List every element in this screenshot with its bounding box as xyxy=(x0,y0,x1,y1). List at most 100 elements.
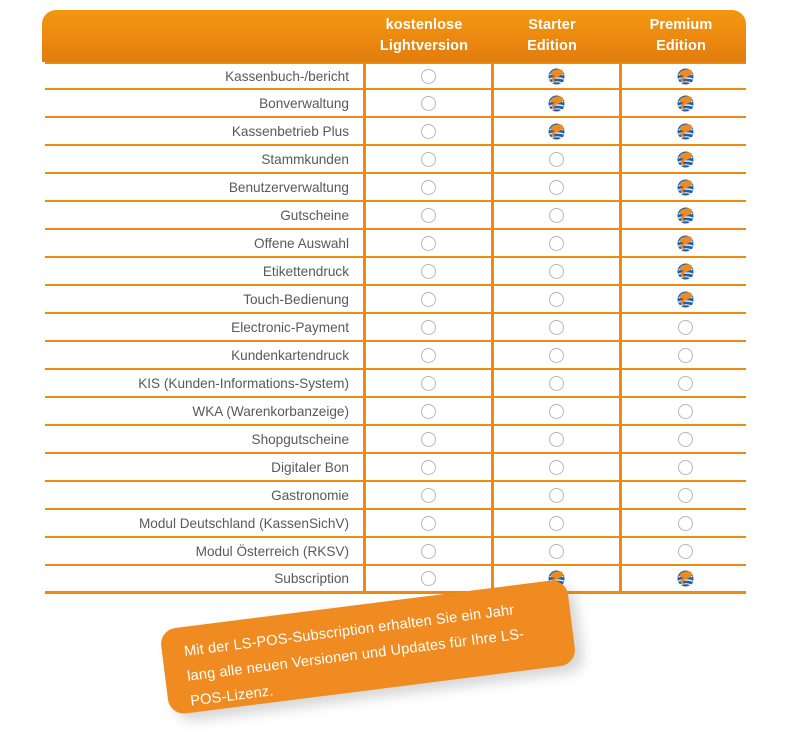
header-light-line1: kostenlose xyxy=(385,16,463,33)
cell-premium xyxy=(619,566,749,591)
cell-light xyxy=(363,90,491,116)
globe-icon xyxy=(677,235,694,252)
cell-starter xyxy=(491,398,619,424)
cell-premium xyxy=(619,314,749,340)
cell-light xyxy=(363,286,491,312)
cell-light xyxy=(363,202,491,228)
empty-circle-icon xyxy=(549,543,564,559)
cell-premium xyxy=(619,202,749,228)
table-row: Gastronomie xyxy=(45,482,746,510)
empty-circle-icon xyxy=(421,543,436,559)
cell-premium xyxy=(619,510,749,536)
empty-circle-icon xyxy=(421,347,436,363)
cell-light xyxy=(363,538,491,564)
empty-circle-icon xyxy=(678,431,693,447)
cell-light xyxy=(363,510,491,536)
feature-label: Digitaler Bon xyxy=(271,459,349,475)
cell-light xyxy=(363,174,491,200)
empty-circle-icon xyxy=(549,319,564,335)
feature-label: Etikettendruck xyxy=(262,263,349,279)
empty-circle-icon xyxy=(678,347,693,363)
cell-light xyxy=(363,118,491,144)
cell-starter xyxy=(491,510,619,536)
feature-comparison-table: kostenlose Lightversion Starter Edition … xyxy=(42,10,746,594)
feature-label: Benutzerverwaltung xyxy=(228,179,349,195)
cell-premium xyxy=(619,538,749,564)
cell-light xyxy=(363,314,491,340)
subscription-callout-text: Mit der LS-POS-Subscription erhalten Sie… xyxy=(183,602,526,710)
empty-circle-icon xyxy=(421,151,436,167)
cell-light xyxy=(363,482,491,508)
feature-label: KIS (Kunden-Informations-System) xyxy=(138,375,349,391)
feature-label: Kundenkartendruck xyxy=(231,347,349,363)
empty-circle-icon xyxy=(549,431,564,447)
table-row: Touch-Bedienung xyxy=(45,286,746,314)
table-row: Etikettendruck xyxy=(45,258,746,286)
cell-starter xyxy=(491,286,619,312)
header-cell-light-version: kostenlose Lightversion xyxy=(360,10,488,62)
table-row: Kundenkartendruck xyxy=(45,342,746,370)
globe-icon xyxy=(548,95,565,112)
header-starter-line1: Starter xyxy=(528,16,576,33)
globe-icon xyxy=(677,95,694,112)
empty-circle-icon xyxy=(549,459,564,475)
table-row: Modul Deutschland (KassenSichV) xyxy=(45,510,746,538)
cell-starter xyxy=(491,314,619,340)
empty-circle-icon xyxy=(421,123,436,139)
cell-premium xyxy=(619,146,749,172)
cell-premium xyxy=(619,174,749,200)
empty-circle-icon xyxy=(549,487,564,503)
feature-label: Modul Deutschland (KassenSichV) xyxy=(138,515,349,531)
header-cell-feature xyxy=(42,10,360,62)
header-cell-premium-edition: Premium Edition xyxy=(616,10,746,62)
table-header-row: kostenlose Lightversion Starter Edition … xyxy=(42,10,746,62)
cell-starter xyxy=(491,118,619,144)
table-body: Kassenbuch-/bericht Bonverwaltung Kassenbe… xyxy=(42,62,746,594)
cell-light xyxy=(363,146,491,172)
globe-icon xyxy=(548,68,565,85)
empty-circle-icon xyxy=(421,459,436,475)
cell-starter xyxy=(491,538,619,564)
table-row: Shopgutscheine xyxy=(45,426,746,454)
header-light-line2: Lightversion xyxy=(379,38,469,54)
globe-icon xyxy=(677,570,694,587)
header-premium-line2: Edition xyxy=(656,38,706,54)
cell-starter xyxy=(491,482,619,508)
cell-light xyxy=(363,370,491,396)
cell-premium xyxy=(619,258,749,284)
table-row: WKA (Warenkorbanzeige) xyxy=(45,398,746,426)
cell-premium xyxy=(619,482,749,508)
empty-circle-icon xyxy=(421,263,436,279)
empty-circle-icon xyxy=(678,403,693,419)
empty-circle-icon xyxy=(421,375,436,391)
empty-circle-icon xyxy=(421,571,436,586)
empty-circle-icon xyxy=(421,319,436,335)
subscription-callout-box: Mit der LS-POS-Subscription erhalten Sie… xyxy=(159,578,577,716)
empty-circle-icon xyxy=(549,375,564,391)
feature-label: Kassenbuch-/bericht xyxy=(225,68,349,84)
header-starter-line2: Edition xyxy=(527,38,577,54)
table-row: Stammkunden xyxy=(45,146,746,174)
globe-icon xyxy=(677,291,694,308)
empty-circle-icon xyxy=(549,207,564,223)
feature-label: Modul Österreich (RKSV) xyxy=(195,543,349,559)
cell-light xyxy=(363,342,491,368)
cell-starter xyxy=(491,426,619,452)
cell-starter xyxy=(491,146,619,172)
empty-circle-icon xyxy=(678,459,693,475)
cell-premium xyxy=(619,118,749,144)
table-row: Digitaler Bon xyxy=(45,454,746,482)
table-row: Kassenbetrieb Plus xyxy=(45,118,746,146)
empty-circle-icon xyxy=(549,179,564,195)
empty-circle-icon xyxy=(421,95,436,111)
empty-circle-icon xyxy=(549,347,564,363)
feature-label: Touch-Bedienung xyxy=(243,291,349,307)
empty-circle-icon xyxy=(421,515,436,531)
cell-starter xyxy=(491,90,619,116)
table-row: KIS (Kunden-Informations-System) xyxy=(45,370,746,398)
empty-circle-icon xyxy=(421,207,436,223)
empty-circle-icon xyxy=(421,403,436,419)
cell-light xyxy=(363,64,491,88)
cell-starter xyxy=(491,342,619,368)
empty-circle-icon xyxy=(549,515,564,531)
